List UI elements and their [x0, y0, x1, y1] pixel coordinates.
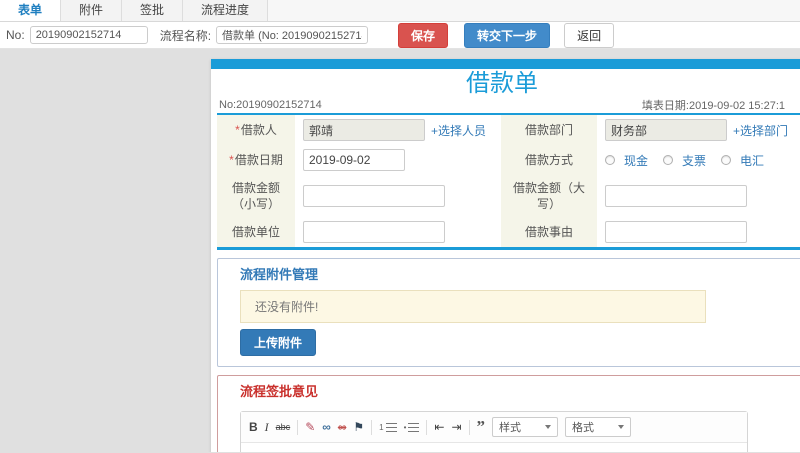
- toolbar-separator: [426, 419, 428, 435]
- upload-attachment-button[interactable]: 上传附件: [240, 329, 317, 356]
- numbered-list-icon[interactable]: 1: [379, 422, 397, 432]
- bold-button[interactable]: B: [249, 420, 258, 435]
- no-input[interactable]: [29, 26, 148, 44]
- cheque-radio-label[interactable]: 支票: [682, 152, 706, 169]
- wire-radio-label[interactable]: 电汇: [740, 152, 764, 169]
- required-mark: *: [229, 153, 234, 167]
- process-name-input[interactable]: [216, 26, 369, 44]
- cash-radio-label[interactable]: 现金: [624, 152, 648, 169]
- tab-approval[interactable]: 签批: [122, 0, 184, 21]
- cash-radio[interactable]: [605, 155, 615, 165]
- amount-small-label: 借款金额（小写）: [217, 175, 295, 217]
- amount-big-label: 借款金额（大写）: [501, 175, 597, 217]
- link-icon[interactable]: ∞: [322, 420, 331, 435]
- tab-progress[interactable]: 流程进度: [183, 0, 269, 21]
- italic-button[interactable]: I: [265, 420, 269, 435]
- remove-format-icon[interactable]: ✎: [305, 420, 315, 435]
- attachments-section: 流程附件管理 还没有附件! 上传附件: [217, 258, 800, 367]
- no-attachments-notice: 还没有附件!: [240, 290, 706, 323]
- amount-big-input[interactable]: [605, 185, 747, 207]
- form-date-text: 填表日期:2019-09-02 15:27:1: [641, 100, 785, 112]
- borrow-reason-label: 借款事由: [501, 217, 597, 247]
- unlink-icon[interactable]: ∞: [338, 420, 347, 435]
- amount-small-field: [295, 175, 501, 217]
- tab-bar: 表单 附件 签批 流程进度: [0, 0, 800, 22]
- anchor-flag-icon[interactable]: ⚑: [353, 420, 364, 435]
- editor-toolbar: B I abc ✎ ∞ ∞ ⚑ 1 • ⇤ ⇥ ” 样式 格式: [241, 412, 747, 443]
- department-field: +选择部门: [597, 115, 800, 145]
- toolbar-separator: [468, 419, 470, 435]
- borrow-unit-label: 借款单位: [217, 217, 295, 247]
- form-meta-row: No:20190902152714 填表日期:2019-09-02 15:27:…: [211, 97, 793, 113]
- command-bar: No: 流程名称: 保存 转交下一步 返回: [0, 22, 800, 49]
- select-person-link[interactable]: +选择人员: [431, 122, 486, 139]
- next-step-button[interactable]: 转交下一步: [464, 22, 551, 48]
- amount-small-input[interactable]: [303, 185, 445, 207]
- toolbar-separator: [297, 419, 299, 435]
- borrow-date-label: *借款日期: [217, 145, 295, 175]
- borrow-unit-input[interactable]: [303, 221, 445, 243]
- process-name-label: 流程名称:: [159, 28, 212, 43]
- content-area: 借款单 No:20190902152714 填表日期:2019-09-02 15…: [0, 49, 800, 452]
- borrow-unit-field: [295, 217, 501, 247]
- attachments-heading: 流程附件管理: [240, 267, 319, 282]
- borrower-input[interactable]: [303, 119, 425, 141]
- borrow-method-label: 借款方式: [501, 145, 597, 175]
- wire-radio[interactable]: [721, 155, 732, 165]
- editor-content[interactable]: [241, 443, 747, 452]
- chevron-down-icon: [618, 425, 625, 429]
- form-panel: 借款单 No:20190902152714 填表日期:2019-09-02 15…: [211, 59, 800, 452]
- department-input[interactable]: [605, 119, 727, 141]
- format-dropdown[interactable]: 格式: [565, 417, 632, 437]
- cheque-radio[interactable]: [663, 155, 674, 165]
- department-label: 借款部门: [501, 115, 597, 145]
- tab-form[interactable]: 表单: [0, 0, 62, 21]
- toolbar-separator: [371, 419, 373, 435]
- save-button[interactable]: 保存: [398, 22, 449, 48]
- bullet-list-icon[interactable]: •: [404, 422, 420, 432]
- amount-big-field: [597, 175, 800, 217]
- panel-top-bar: [211, 59, 800, 69]
- borrow-reason-field: [597, 217, 800, 247]
- rich-text-editor: B I abc ✎ ∞ ∞ ⚑ 1 • ⇤ ⇥ ” 样式 格式: [240, 411, 748, 452]
- borrow-date-field: [295, 145, 501, 175]
- tab-attachments[interactable]: 附件: [61, 0, 123, 21]
- strikethrough-button[interactable]: abc: [276, 420, 291, 435]
- form-no-text: No:20190902152714: [219, 99, 322, 111]
- no-label: No:: [6, 28, 25, 42]
- borrow-reason-input[interactable]: [605, 221, 747, 243]
- outdent-icon[interactable]: ⇤: [434, 420, 444, 435]
- indent-icon[interactable]: ⇥: [451, 420, 461, 435]
- borrow-date-input[interactable]: [303, 149, 405, 171]
- required-mark: *: [235, 123, 240, 137]
- borrower-label: *借款人: [217, 115, 295, 145]
- borrow-form: *借款人 +选择人员 借款部门 +选择部门 *借款日期 借款方式: [217, 113, 800, 250]
- blockquote-icon[interactable]: ”: [477, 418, 486, 435]
- borrow-method-field: 现金 支票 电汇: [597, 145, 800, 175]
- borrower-field: +选择人员: [295, 115, 501, 145]
- styles-dropdown[interactable]: 样式: [492, 417, 559, 437]
- approval-heading: 流程签批意见: [240, 384, 319, 399]
- back-button[interactable]: 返回: [564, 22, 615, 48]
- select-department-link[interactable]: +选择部门: [733, 122, 788, 139]
- page-title: 借款单: [466, 70, 538, 97]
- approval-section: 流程签批意见 B I abc ✎ ∞ ∞ ⚑ 1 • ⇤ ⇥ ” 样式 格式: [217, 375, 800, 452]
- chevron-down-icon: [545, 425, 552, 429]
